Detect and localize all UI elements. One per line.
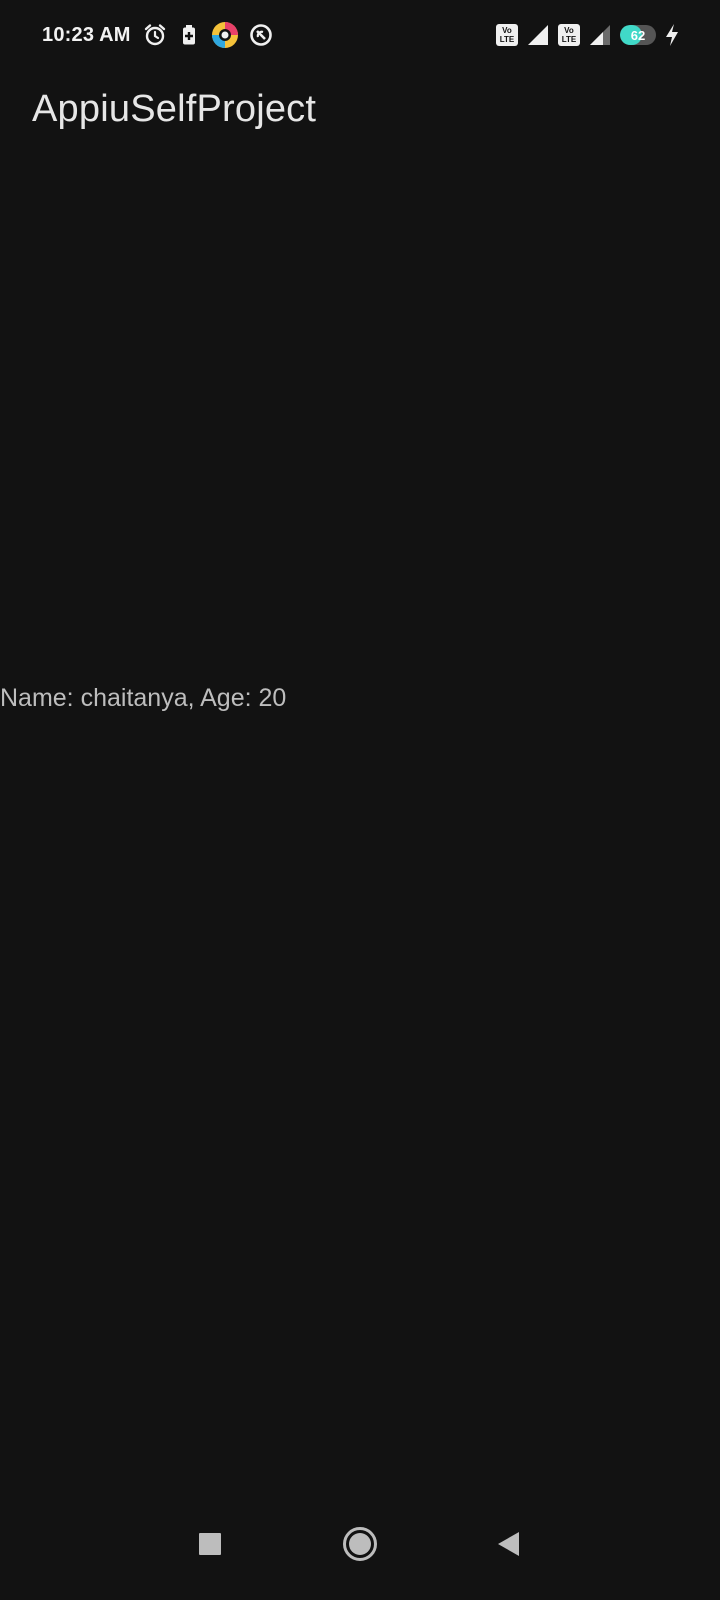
recents-button[interactable] (190, 1524, 230, 1564)
battery-saver-icon (177, 23, 201, 47)
volte-icon: Vo LTE (558, 24, 580, 46)
app-notification-icon (211, 21, 239, 49)
back-icon (498, 1532, 519, 1556)
battery-icon: 62 (620, 25, 656, 45)
app-screen: 10:23 AM Vo LTE Vo LTE 62 AppiuSelfProje… (0, 0, 720, 1600)
recents-icon (199, 1533, 221, 1555)
home-icon (343, 1527, 377, 1561)
name-age-text: Name: chaitanya, Age: 20 (0, 684, 287, 712)
battery-level-text: 62 (630, 27, 646, 43)
volte-icon: Vo LTE (496, 24, 518, 46)
status-right: Vo LTE Vo LTE 62 (496, 20, 680, 50)
status-bar: 10:23 AM Vo LTE Vo LTE 62 (0, 0, 720, 70)
signal-icon (588, 23, 612, 47)
status-left: 10:23 AM (42, 20, 273, 50)
navigation-bar (0, 1510, 720, 1600)
back-button[interactable] (488, 1524, 528, 1564)
app-title: AppiuSelfProject (32, 88, 317, 130)
alarm-icon (143, 23, 167, 47)
status-time: 10:23 AM (42, 23, 131, 46)
signal-icon (526, 23, 550, 47)
dnd-icon (249, 23, 273, 47)
home-button[interactable] (340, 1524, 380, 1564)
charging-icon (664, 23, 680, 47)
